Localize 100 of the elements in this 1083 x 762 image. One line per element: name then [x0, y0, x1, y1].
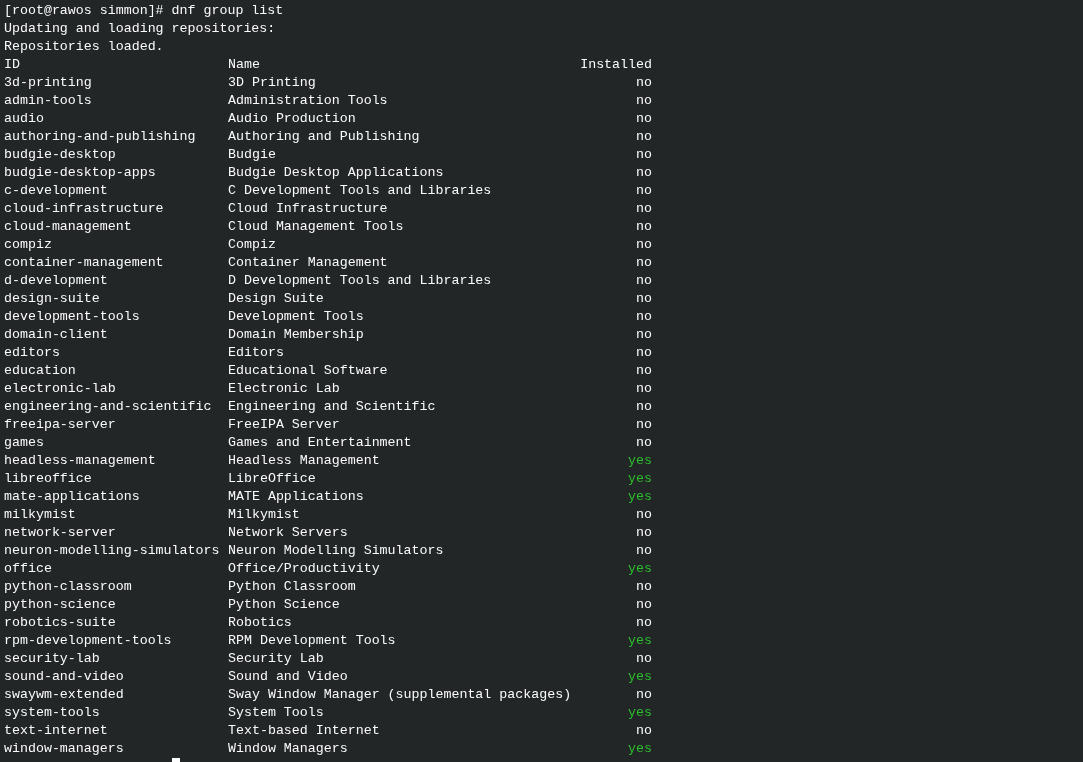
group-name: LibreOffice [228, 471, 316, 486]
group-name: Milkymist [228, 507, 300, 522]
group-name: Sound and Video [228, 669, 348, 684]
output-line: Updating and loading repositories: [4, 21, 276, 36]
installed-status: no [636, 651, 652, 666]
group-name: Cloud Infrastructure [228, 201, 388, 216]
group-name: Editors [228, 345, 284, 360]
group-id: compiz [4, 237, 52, 252]
installed-status: no [636, 363, 652, 378]
group-id: design-suite [4, 291, 100, 306]
group-id: rpm-development-tools [4, 633, 172, 648]
group-id: 3d-printing [4, 75, 92, 90]
installed-status: yes [628, 633, 652, 648]
group-id: cloud-infrastructure [4, 201, 164, 216]
group-name: Office/Productivity [228, 561, 380, 576]
group-name: Administration Tools [228, 93, 388, 108]
installed-status: no [636, 255, 652, 270]
group-id: budgie-desktop-apps [4, 165, 156, 180]
installed-status: no [636, 435, 652, 450]
group-id: cloud-management [4, 219, 132, 234]
group-id: c-development [4, 183, 108, 198]
installed-status: no [636, 165, 652, 180]
group-name: Robotics [228, 615, 292, 630]
group-id: headless-management [4, 453, 156, 468]
group-name: Games and Entertainment [228, 435, 412, 450]
group-id: milkymist [4, 507, 76, 522]
installed-status: yes [628, 669, 652, 684]
installed-status: no [636, 327, 652, 342]
installed-status: no [636, 687, 652, 702]
installed-status: no [636, 129, 652, 144]
installed-status: no [636, 507, 652, 522]
group-id: swaywm-extended [4, 687, 124, 702]
group-name: Sway Window Manager (supplemental packages) [228, 687, 572, 702]
group-id: robotics-suite [4, 615, 116, 630]
group-name: Budgie Desktop Applications [228, 165, 444, 180]
group-name: D Development Tools and Libraries [228, 273, 492, 288]
group-name: Electronic Lab [228, 381, 340, 396]
installed-status: no [636, 237, 652, 252]
group-name: Development Tools [228, 309, 364, 324]
group-name: Network Servers [228, 525, 348, 540]
group-name: RPM Development Tools [228, 633, 396, 648]
installed-status: no [636, 93, 652, 108]
group-name: Authoring and Publishing [228, 129, 420, 144]
group-id: education [4, 363, 76, 378]
installed-status: no [636, 75, 652, 90]
group-name: FreeIPA Server [228, 417, 340, 432]
group-id: python-science [4, 597, 116, 612]
installed-status: no [636, 147, 652, 162]
group-id: security-lab [4, 651, 100, 666]
installed-status: yes [628, 453, 652, 468]
group-id: office [4, 561, 52, 576]
group-id: libreoffice [4, 471, 92, 486]
group-name: Neuron Modelling Simulators [228, 543, 444, 558]
group-id: audio [4, 111, 44, 126]
installed-status: no [636, 183, 652, 198]
group-id: d-development [4, 273, 108, 288]
column-header: Name [228, 57, 260, 72]
installed-status: no [636, 723, 652, 738]
group-name: Python Science [228, 597, 340, 612]
group-name: MATE Applications [228, 489, 364, 504]
installed-status: no [636, 273, 652, 288]
group-name: System Tools [228, 705, 324, 720]
group-id: mate-applications [4, 489, 140, 504]
group-id: admin-tools [4, 93, 92, 108]
group-id: budgie-desktop [4, 147, 116, 162]
installed-status: yes [628, 741, 652, 756]
group-id: authoring-and-publishing [4, 129, 196, 144]
installed-status: no [636, 201, 652, 216]
group-id: window-managers [4, 741, 124, 756]
group-name: Engineering and Scientific [228, 399, 436, 414]
group-name: Compiz [228, 237, 276, 252]
installed-status: no [636, 381, 652, 396]
group-name: Domain Membership [228, 327, 364, 342]
column-header: Installed [580, 57, 652, 72]
group-name: Design Suite [228, 291, 324, 306]
group-name: Audio Production [228, 111, 356, 126]
output-line: Repositories loaded. [4, 39, 164, 54]
group-id: network-server [4, 525, 116, 540]
installed-status: yes [628, 489, 652, 504]
group-id: games [4, 435, 44, 450]
group-name: 3D Printing [228, 75, 316, 90]
group-id: electronic-lab [4, 381, 116, 396]
group-id: text-internet [4, 723, 108, 738]
installed-status: no [636, 291, 652, 306]
command-line: [root@rawos simmon]# dnf group list [4, 3, 284, 18]
group-name: Security Lab [228, 651, 324, 666]
installed-status: no [636, 597, 652, 612]
installed-status: no [636, 345, 652, 360]
group-name: Headless Management [228, 453, 380, 468]
group-name: Cloud Management Tools [228, 219, 404, 234]
installed-status: no [636, 525, 652, 540]
group-name: Python Classroom [228, 579, 356, 594]
installed-status: no [636, 417, 652, 432]
group-id: engineering-and-scientific [4, 399, 212, 414]
group-name: Window Managers [228, 741, 348, 756]
installed-status: no [636, 111, 652, 126]
group-id: neuron-modelling-simulators [4, 543, 220, 558]
column-header: ID [4, 57, 20, 72]
installed-status: yes [628, 705, 652, 720]
group-name: Container Management [228, 255, 388, 270]
